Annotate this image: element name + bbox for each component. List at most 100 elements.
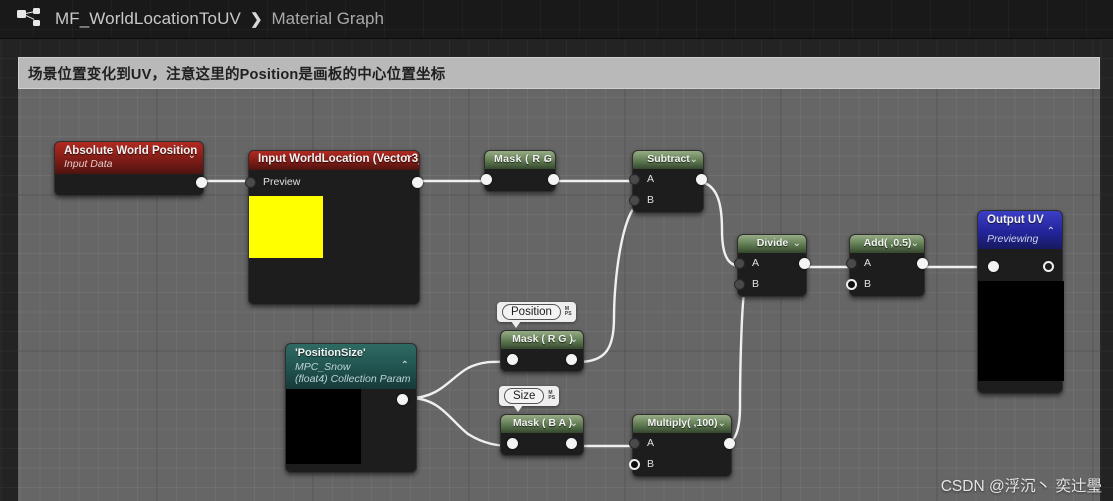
node-header[interactable]: Add( ,0.5) ⌄ [850, 235, 924, 253]
node-preview-thumbnail [978, 281, 1064, 381]
wire-param-to-maskrg2 [408, 360, 514, 400]
node-title: Mask ( R G ) [494, 153, 555, 165]
node-add[interactable]: Add( ,0.5) ⌄ A B [846, 234, 928, 297]
size-label-badge: M PS [548, 391, 555, 401]
output-pin[interactable] [548, 174, 559, 185]
node-position-size-param[interactable]: 'PositionSize' MPC_Snow (float4) Collect… [285, 343, 417, 473]
node-title: Mask ( B A ) [512, 417, 573, 429]
node-title: 'PositionSize' [295, 347, 366, 359]
node-header[interactable]: Mask ( R G ) ⌄ [485, 151, 555, 169]
input-pin-b[interactable] [734, 279, 745, 290]
size-label-tooltip[interactable]: Size M PS [499, 386, 560, 412]
input-pin-b[interactable] [629, 459, 640, 470]
input-pin-preview[interactable] [245, 177, 256, 188]
output-pin[interactable] [196, 177, 207, 188]
tooltip-tail [513, 405, 523, 412]
output-pin[interactable] [917, 258, 928, 269]
node-subtract[interactable]: Subtract ⌄ A B [629, 150, 707, 213]
output-pin[interactable] [696, 174, 707, 185]
input-pin[interactable] [988, 261, 999, 272]
input-pin[interactable] [507, 438, 518, 449]
node-mask-rg-top[interactable]: Mask ( R G ) ⌄ [481, 150, 559, 192]
output-pin[interactable] [397, 394, 408, 405]
graph-comment-box[interactable]: 场景位置变化到UV，注意这里的Position是画板的中心位置坐标 [18, 57, 1100, 89]
pin-label-b: B [647, 194, 655, 206]
node-body [978, 249, 1064, 393]
pin-label-b: B [647, 458, 655, 470]
chevron-down-icon[interactable]: ⌄ [542, 155, 550, 165]
node-subtitle: MPC_Snow [295, 361, 351, 373]
output-pin[interactable] [799, 258, 810, 269]
watermark-text: CSDN @浮沉丶 奕辻璺 [940, 478, 1102, 495]
node-header[interactable]: 'PositionSize' MPC_Snow (float4) Collect… [286, 344, 416, 389]
position-label-tooltip[interactable]: Position M PS [497, 302, 576, 328]
canvas-top-dark-band [0, 38, 1113, 57]
node-header[interactable]: Mask ( B A ) ⌄ [501, 415, 583, 433]
chevron-up-icon[interactable]: ⌃ [404, 155, 412, 165]
output-pin[interactable] [566, 354, 577, 365]
node-body [286, 389, 416, 474]
node-preview-thumbnail [249, 196, 323, 258]
input-pin[interactable] [481, 174, 492, 185]
node-body [55, 174, 207, 195]
output-pin[interactable] [566, 438, 577, 449]
input-pin-a[interactable] [629, 438, 640, 449]
node-header[interactable]: Divide ⌄ [738, 235, 806, 253]
chevron-down-icon[interactable]: ⌄ [188, 151, 196, 161]
node-header[interactable]: Input WorldLocation (Vector3) ⌃ [249, 151, 419, 170]
node-header[interactable]: Absolute World Position Input Data ⌄ [55, 142, 203, 174]
node-body: A B [846, 253, 928, 296]
node-absolute-world-position[interactable]: Absolute World Position Input Data ⌄ [54, 141, 207, 196]
chevron-up-icon[interactable]: ⌃ [1047, 227, 1055, 237]
material-graph-canvas[interactable]: 场景位置变化到UV，注意这里的Position是画板的中心位置坐标 Absolu… [0, 38, 1113, 501]
material-editor-window: MF_WorldLocationToUV ❯ Material Graph 场景… [0, 0, 1113, 501]
input-pin-b[interactable] [629, 195, 640, 206]
node-header[interactable]: Subtract ⌄ [633, 151, 703, 169]
input-pin-a[interactable] [846, 258, 857, 269]
pin-label-a: A [647, 173, 655, 185]
pin-label-b: B [864, 278, 872, 290]
chevron-up-icon[interactable]: ⌃ [401, 361, 409, 371]
node-header[interactable]: Multiply( ,100) ⌄ [633, 415, 731, 433]
output-pin[interactable] [1043, 261, 1054, 272]
node-mask-ba[interactable]: Mask ( B A ) ⌄ [500, 414, 584, 456]
chevron-down-icon[interactable]: ⌄ [793, 239, 801, 249]
breadcrumb-graph-name[interactable]: Material Graph [272, 9, 384, 29]
node-body: A B [629, 169, 707, 212]
output-pin[interactable] [412, 177, 423, 188]
node-output-uv[interactable]: Output UV Previewing ⌃ [977, 210, 1064, 394]
breadcrumb-asset-name[interactable]: MF_WorldLocationToUV [55, 9, 241, 29]
node-title: Divide [756, 237, 789, 249]
canvas-left-dark-band [0, 38, 18, 501]
chevron-down-icon[interactable]: ⌄ [570, 419, 578, 429]
pin-label-a: A [864, 257, 872, 269]
pin-label-a: A [752, 257, 760, 269]
node-body: A B [629, 433, 735, 476]
chevron-down-icon[interactable]: ⌄ [718, 419, 726, 429]
node-multiply[interactable]: Multiply( ,100) ⌄ A B [629, 414, 735, 477]
node-header[interactable]: Mask ( R G ) ⌄ [501, 331, 583, 349]
node-divide[interactable]: Divide ⌄ A B [734, 234, 810, 297]
wire-maskrg2-to-subtract-b [576, 201, 643, 364]
node-subtitle: Input Data [64, 158, 113, 170]
node-subtitle: Previewing [987, 233, 1039, 245]
input-pin-a[interactable] [629, 174, 640, 185]
node-header[interactable]: Output UV Previewing ⌃ [978, 211, 1062, 249]
input-pin-b[interactable] [846, 279, 857, 290]
input-pin[interactable] [507, 354, 518, 365]
node-title: Multiply( ,100) [647, 417, 718, 429]
badge-bottom-text: PS [564, 311, 572, 317]
node-title: Add( ,0.5) [863, 237, 912, 249]
input-pin-a[interactable] [734, 258, 745, 269]
size-label-text: Size [504, 388, 545, 404]
chevron-down-icon[interactable]: ⌄ [570, 335, 578, 345]
output-pin[interactable] [724, 438, 735, 449]
node-mask-rg-bottom[interactable]: Mask ( R G ) ⌄ [500, 330, 584, 372]
chevron-down-icon[interactable]: ⌄ [911, 239, 919, 249]
node-body [501, 349, 583, 371]
badge-bottom-text: PS [548, 395, 556, 401]
node-input-worldlocation[interactable]: Input WorldLocation (Vector3) ⌃ Preview [245, 150, 423, 305]
chevron-down-icon[interactable]: ⌄ [690, 155, 698, 165]
pin-label-b: B [752, 278, 760, 290]
breadcrumb-bar: MF_WorldLocationToUV ❯ Material Graph [0, 0, 1113, 39]
